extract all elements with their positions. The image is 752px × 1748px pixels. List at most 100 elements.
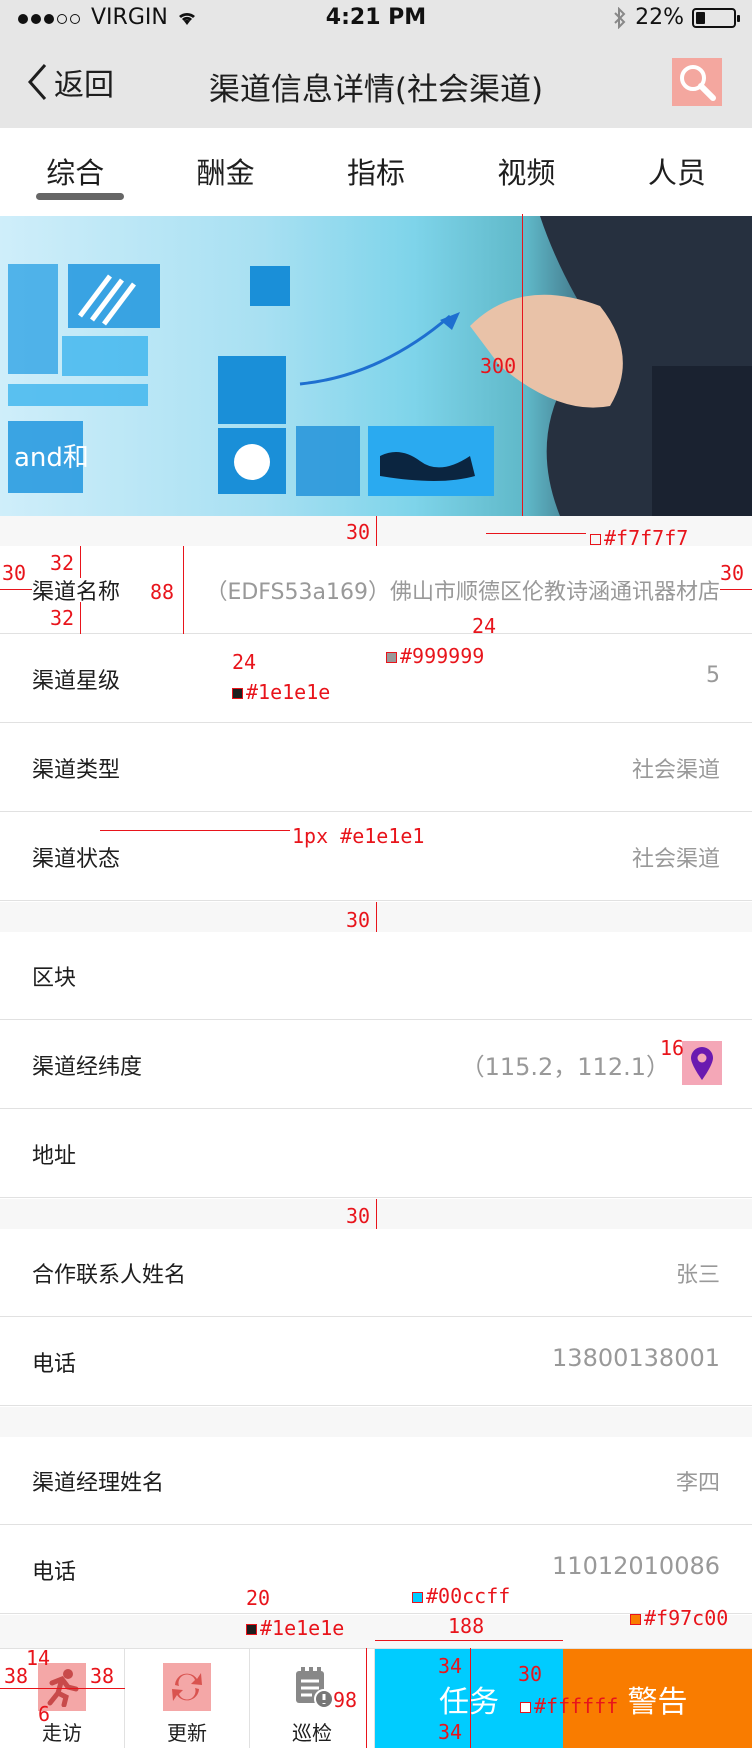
- dimension-label: 24: [472, 614, 497, 638]
- color-swatch: [232, 688, 243, 699]
- banner-illustration: and和: [8, 216, 752, 516]
- tab-label: 酬金: [196, 156, 255, 190]
- dimension-label: 6: [38, 1702, 51, 1726]
- color-value: #f97c00: [644, 1606, 729, 1630]
- tab-overview[interactable]: 综合: [0, 128, 150, 216]
- color-label: #999999: [386, 646, 484, 666]
- row-value[interactable]: 13800138001: [552, 1344, 720, 1372]
- list-item: 渠道经纬度 （115.2，112.1）: [0, 1021, 752, 1109]
- coordinates-value: （115.2，112.1）: [460, 1053, 670, 1081]
- row-value: 社会渠道: [631, 847, 720, 872]
- dimension-label: 300: [480, 354, 517, 378]
- color-value: #1e1e1e: [260, 1616, 345, 1640]
- tab-label: 视频: [497, 156, 556, 190]
- row-value: 社会渠道: [631, 758, 720, 783]
- location-pin-icon: [691, 1047, 713, 1080]
- update-label: 更新: [167, 1721, 207, 1745]
- color-label: #f97c00: [630, 1608, 728, 1628]
- row-value: 5: [706, 663, 720, 688]
- battery-icon: [692, 7, 740, 28]
- color-swatch: [630, 1614, 641, 1625]
- row-label: 渠道状态: [32, 847, 121, 872]
- list-item: 渠道类型 社会渠道: [0, 724, 752, 812]
- dimension-label: 16: [660, 1036, 685, 1060]
- row-label: 渠道星级: [32, 669, 121, 694]
- dimension-line: [376, 902, 377, 932]
- row-value[interactable]: 11012010086: [552, 1552, 720, 1580]
- search-icon: [680, 65, 716, 101]
- dimension-line: [0, 1688, 125, 1689]
- search-button[interactable]: [672, 58, 722, 106]
- bottom-action-bar: 走访 更新 巡检 任务 警告: [0, 1648, 752, 1748]
- svg-text:and和: and和: [14, 443, 89, 473]
- row-label: 渠道类型: [32, 758, 121, 783]
- warning-label: 警告: [627, 1685, 688, 1720]
- tab-commission[interactable]: 酬金: [150, 128, 300, 216]
- dimension-label: 98: [333, 1688, 358, 1712]
- color-value: #f7f7f7: [604, 526, 689, 550]
- dimension-line: [0, 589, 32, 590]
- color-swatch: [520, 1702, 531, 1713]
- dimension-label: 88: [150, 580, 175, 604]
- inspect-label: 巡检: [292, 1721, 332, 1745]
- tab-indicators[interactable]: 指标: [301, 128, 451, 216]
- divider-label: 1px #e1e1e1: [292, 824, 425, 848]
- dimension-line: [366, 1648, 367, 1748]
- color-swatch: [386, 652, 397, 663]
- list-item: 渠道名称 （EDFS53a169）佛山市顺德区伦教诗涵通讯器材店: [0, 546, 752, 634]
- row-value: （EDFS53a169）佛山市顺德区伦教诗涵通讯器材店: [205, 580, 720, 605]
- row-label: 渠道名称: [32, 580, 121, 605]
- dimension-label: 30: [346, 908, 371, 932]
- color-label: #1e1e1e: [246, 1618, 344, 1638]
- dimension-line: [375, 1640, 563, 1641]
- dimension-line: [80, 546, 81, 578]
- dimension-line: [376, 1199, 377, 1229]
- color-value: #ffffff: [534, 1694, 619, 1718]
- dimension-label: 24: [232, 650, 257, 674]
- row-label: 合作联系人姓名: [32, 1263, 187, 1288]
- row-label: 区块: [32, 966, 77, 991]
- dimension-line: [80, 602, 81, 634]
- dimension-label: 34: [438, 1654, 463, 1678]
- color-label: #f7f7f7: [590, 528, 688, 548]
- list-item: 区块: [0, 932, 752, 1020]
- status-bar: VIRGIN 4:21 PM 22%: [0, 0, 752, 36]
- dimension-label: 30: [720, 561, 745, 585]
- location-pin-button[interactable]: [682, 1041, 722, 1085]
- dimension-label: 32: [50, 606, 75, 630]
- battery-percent: 22%: [635, 5, 684, 30]
- tab-label: 人员: [647, 156, 706, 190]
- refresh-icon: [163, 1663, 211, 1711]
- inspection-clipboard-icon: [288, 1663, 336, 1711]
- dimension-label: 14: [26, 1646, 51, 1670]
- dimension-line: [376, 516, 377, 546]
- dimension-line: [470, 1648, 471, 1748]
- dimension-label: 20: [246, 1586, 271, 1610]
- update-button[interactable]: 更新: [125, 1649, 250, 1748]
- leader-line: [100, 830, 290, 831]
- section-gap: [0, 1407, 752, 1437]
- row-label: 电话: [32, 1560, 77, 1585]
- dimension-label: 38: [4, 1664, 29, 1688]
- color-label: #00ccff: [412, 1586, 510, 1606]
- list-item: 电话 11012010086: [0, 1526, 752, 1614]
- tab-video[interactable]: 视频: [451, 128, 601, 216]
- list-item: 渠道经理姓名 李四: [0, 1437, 752, 1525]
- leader-line: [486, 533, 586, 534]
- nav-bar: 返回 渠道信息详情(社会渠道): [0, 36, 752, 128]
- tab-staff[interactable]: 人员: [602, 128, 752, 216]
- color-swatch: [412, 1592, 423, 1603]
- dimension-label: 30: [518, 1662, 543, 1686]
- list-item: 渠道星级 5: [0, 635, 752, 723]
- color-label: #ffffff: [520, 1696, 618, 1716]
- visit-label: 走访: [42, 1721, 82, 1745]
- task-label: 任务: [439, 1685, 499, 1720]
- row-value: 张三: [675, 1263, 720, 1288]
- color-value: #999999: [400, 644, 485, 668]
- list-item: 电话 13800138001: [0, 1318, 752, 1406]
- dimension-label: 188: [448, 1614, 485, 1638]
- dimension-label: 32: [50, 551, 75, 575]
- page-title: 渠道信息详情(社会渠道): [208, 72, 544, 108]
- tab-label: 综合: [46, 156, 105, 190]
- tab-bar: 综合 酬金 指标 视频 人员: [0, 128, 752, 216]
